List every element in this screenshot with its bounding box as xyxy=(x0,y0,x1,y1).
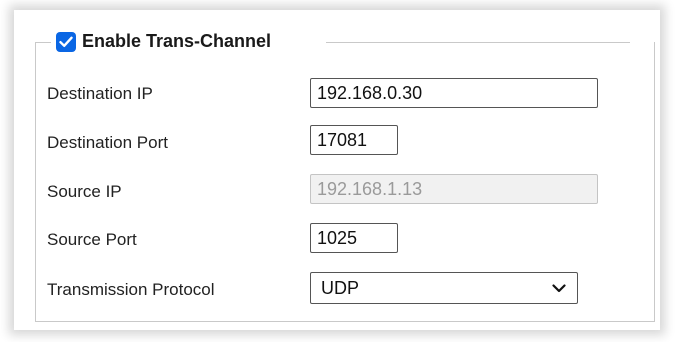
transmission-protocol-value: UDP xyxy=(321,277,360,298)
destination-ip-label: Destination IP xyxy=(47,84,153,103)
chevron-down-icon xyxy=(551,283,567,293)
enable-trans-channel-label[interactable]: Enable Trans-Channel xyxy=(82,31,271,52)
check-icon xyxy=(59,36,73,47)
fieldset-border-left xyxy=(35,42,51,43)
fieldset-legend: Enable Trans-Channel xyxy=(56,31,271,52)
source-ip-input: 192.168.1.13 xyxy=(310,174,598,204)
source-port-input[interactable]: 1025 xyxy=(310,223,398,253)
enable-trans-channel-checkbox[interactable] xyxy=(56,31,76,52)
destination-port-input[interactable]: 17081 xyxy=(310,125,398,155)
transmission-protocol-select[interactable]: UDP xyxy=(310,272,578,304)
source-port-label: Source Port xyxy=(47,230,137,249)
destination-ip-input[interactable]: 192.168.0.30 xyxy=(310,78,598,108)
destination-port-label: Destination Port xyxy=(47,133,168,152)
source-ip-label: Source IP xyxy=(47,182,122,201)
fieldset-border-right xyxy=(326,42,630,43)
transmission-protocol-label: Transmission Protocol xyxy=(47,280,215,299)
